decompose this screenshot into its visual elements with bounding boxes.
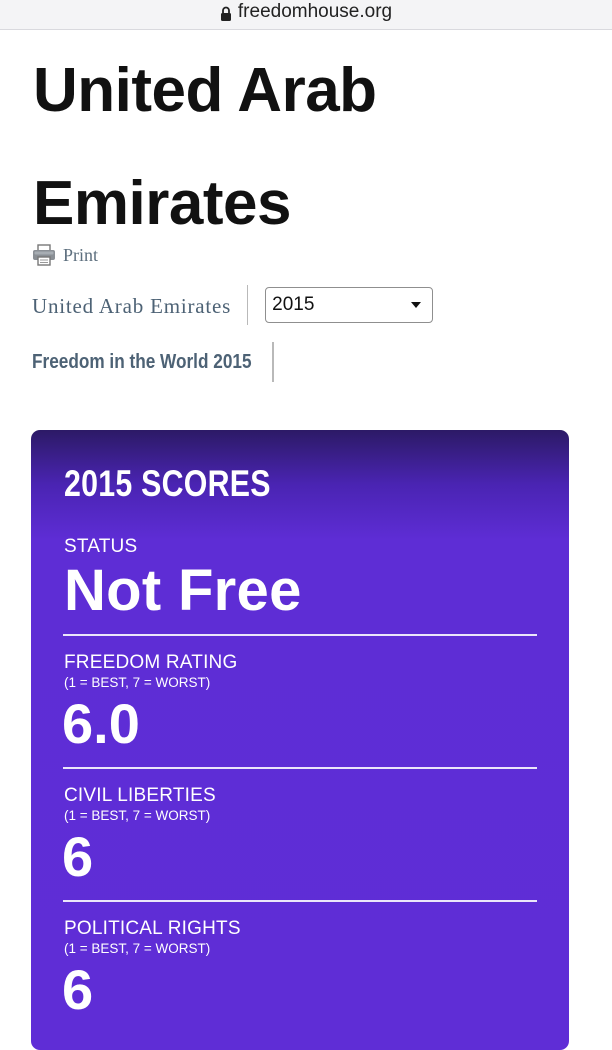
status-value: Not Free: [64, 558, 302, 623]
freedom-rating-label: FREEDOM RATING: [64, 652, 238, 673]
country-filter-row: United Arab Emirates 2015: [32, 284, 434, 326]
civil-liberties-scale: (1 = BEST, 7 = WORST): [64, 808, 211, 823]
civil-liberties-label: CIVIL LIBERTIES: [64, 785, 216, 806]
status-label: STATUS: [64, 536, 138, 557]
scores-heading: 2015 SCORES: [64, 463, 271, 504]
year-select[interactable]: 2015: [265, 287, 434, 323]
printer-icon: [32, 244, 56, 266]
lock-icon: [220, 6, 232, 22]
political-rights-value: 6: [62, 958, 94, 1021]
country-name-link[interactable]: United Arab Emirates: [32, 285, 249, 325]
page-title: United Arab Emirates: [33, 34, 593, 260]
browser-address-bar[interactable]: freedomhouse.org: [0, 0, 612, 30]
address-url[interactable]: freedomhouse.org: [238, 1, 392, 23]
year-select-value: 2015: [272, 294, 315, 315]
edition-row: Freedom in the World 2015: [32, 342, 274, 382]
political-rights-scale: (1 = BEST, 7 = WORST): [64, 941, 211, 956]
edition-title[interactable]: Freedom in the World 2015: [32, 351, 252, 374]
print-link[interactable]: Print: [32, 244, 98, 266]
page-title-line-1: United Arab: [33, 56, 377, 125]
political-rights-label: POLITICAL RIGHTS: [64, 918, 241, 939]
freedom-rating-value: 6.0: [62, 692, 140, 755]
divider: [63, 634, 537, 636]
edition-divider: [272, 342, 274, 382]
civil-liberties-value: 6: [62, 825, 94, 888]
chevron-down-icon: [411, 302, 422, 308]
divider: [63, 900, 537, 902]
page-title-line-2: Emirates: [33, 169, 291, 238]
print-label[interactable]: Print: [63, 245, 98, 266]
scores-card: 2015 SCORES STATUS Not Free FREEDOM RATI…: [31, 430, 569, 1050]
freedom-rating-scale: (1 = BEST, 7 = WORST): [64, 675, 211, 690]
divider: [63, 767, 537, 769]
